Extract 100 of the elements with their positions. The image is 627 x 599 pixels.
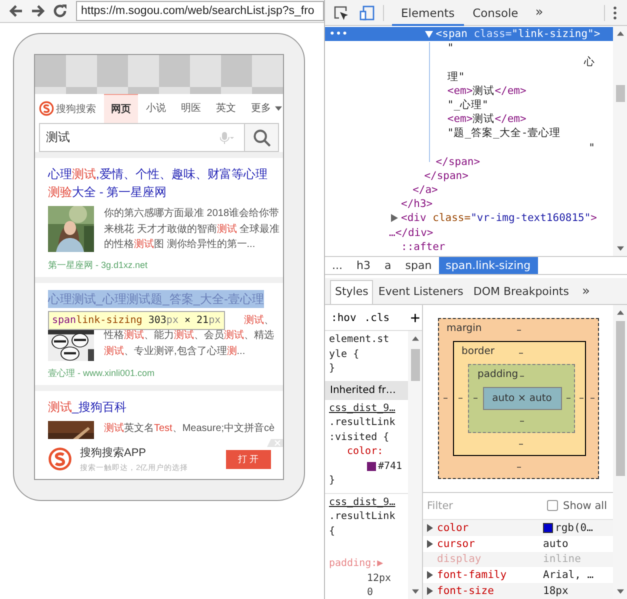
scroll-down-icon[interactable] (616, 589, 624, 594)
dom-line[interactable]: ::after (325, 240, 613, 254)
devtools-tab[interactable]: Console (464, 0, 528, 26)
scroll-up-icon[interactable] (616, 310, 624, 315)
forward-icon[interactable] (30, 3, 46, 19)
breadcrumb[interactable]: h3 (350, 257, 378, 274)
dom-line[interactable]: " (325, 140, 613, 155)
back-icon[interactable] (8, 3, 24, 19)
logo-icon (39, 101, 54, 116)
scrollbar[interactable] (613, 26, 627, 256)
box-label: border (462, 346, 495, 358)
dom-line[interactable]: </span> (325, 154, 613, 169)
property-name: font-size (437, 585, 494, 598)
hover-toggle[interactable]: :hov (331, 312, 356, 324)
nav-tab[interactable]: 网页 (104, 94, 138, 123)
css-source[interactable]: css_dist_9… (329, 402, 404, 416)
element-tooltip: spanlink-sizing 303px × 21px (48, 310, 225, 330)
css-source[interactable]: css_dist_9… (329, 496, 404, 510)
css-brace: } (329, 474, 336, 488)
kebab-menu-icon[interactable] (613, 6, 617, 20)
box-value: – (473, 393, 478, 404)
result-title[interactable]: 心理测试,爱情、个性、趣味、财富等心理 测验大全 - 第一星座网 (48, 165, 273, 201)
more-tabs[interactable]: » (574, 284, 598, 298)
open-button[interactable]: 打 开 (226, 450, 271, 468)
caret-icon[interactable] (275, 106, 282, 111)
dom-line[interactable]: 理" (325, 70, 613, 84)
dom-line[interactable]: </span> (325, 168, 613, 184)
dom-line[interactable]: <em>测试</em> (325, 84, 613, 98)
device-icon[interactable] (359, 4, 375, 20)
css-value: #741 (378, 460, 402, 474)
dom-line[interactable]: " (325, 41, 613, 56)
property-name: display (437, 553, 482, 566)
css-selector: .resultLink (329, 510, 396, 524)
scrollbar-thumb[interactable] (616, 321, 624, 476)
dom-line[interactable]: 心 (325, 55, 613, 70)
class-toggle[interactable]: .cls (364, 312, 390, 324)
snippet-line: 的性格测试图 测你给异性的第一... (104, 238, 256, 252)
box-value: – (520, 416, 524, 427)
checkbox[interactable] (547, 500, 558, 512)
breadcrumb[interactable]: ... (325, 257, 350, 274)
property-value: rgb(0… (555, 522, 593, 534)
box-value: – (566, 393, 571, 404)
snippet-line: 测试英文名Test、Measure;中文拼音cè (104, 422, 275, 436)
property-value: auto (543, 538, 568, 550)
dom-line[interactable]: …</div> (325, 226, 613, 240)
address-bar[interactable]: https://m.sogou.com/web/searchList.jsp?s_fro (76, 1, 324, 21)
add-rule-button[interactable]: + (410, 308, 420, 327)
property-value: 18px (543, 585, 568, 598)
more-tabs[interactable]: » (527, 5, 552, 20)
css-value: 12px (366, 572, 392, 586)
dom-line[interactable]: </a> (325, 183, 613, 198)
scroll-up-icon[interactable] (616, 31, 624, 36)
reload-icon[interactable] (52, 3, 68, 19)
color-swatch[interactable] (367, 462, 376, 472)
dom-line[interactable]: </h3> (325, 197, 613, 212)
color-swatch[interactable] (543, 522, 553, 533)
result-title[interactable]: 测试_搜狗百科 (48, 398, 273, 416)
box-label: margin (446, 323, 482, 334)
nav-tab[interactable]: 小说 (139, 94, 173, 123)
dom-line[interactable]: <div class="vr-img-text160815"> (325, 211, 613, 226)
scrollbar[interactable] (408, 331, 422, 599)
checkbox-label[interactable]: Show all (563, 500, 607, 512)
nav-tab[interactable]: 明医 (174, 94, 208, 123)
inspect-icon[interactable] (333, 4, 349, 20)
property-name: font-family (437, 569, 507, 582)
scroll-up-icon[interactable] (412, 336, 418, 341)
sidebar-tab[interactable]: Event Listeners (373, 280, 468, 304)
dom-line[interactable]: "题_答案_大全-壹心理 (325, 126, 613, 140)
dom-line[interactable]: <em>测试</em> (325, 112, 613, 126)
scrollbar-thumb[interactable] (410, 349, 420, 381)
breadcrumb[interactable]: span.link-sizing (438, 257, 538, 274)
scrollbar-thumb[interactable] (616, 85, 624, 102)
nav-tab[interactable]: 更多 (244, 94, 278, 123)
sidebar-tab[interactable]: Styles (330, 280, 374, 304)
box-value: – (590, 393, 595, 404)
result-source: 第一星座网 - 3g.d1xz.net (48, 258, 149, 272)
disclosure-triangle-icon[interactable] (390, 214, 398, 222)
css-brace: } (329, 362, 336, 376)
scroll-down-icon[interactable] (412, 589, 418, 594)
content-box: auto × auto (482, 387, 562, 410)
dom-line[interactable]: "_心理" (325, 98, 613, 112)
sidebar-tab[interactable]: DOM Breakpoints (468, 280, 574, 304)
breadcrumb[interactable]: span (398, 257, 439, 274)
snippet-line: 测试、 (244, 314, 274, 328)
box-value: – (443, 393, 448, 404)
box-value: – (458, 393, 463, 404)
css-value: 0 (366, 586, 374, 599)
css-selector: :visited { (329, 430, 390, 444)
section-header: Inherited fr… (325, 382, 408, 400)
box-value: – (516, 324, 522, 336)
css-selector: yle { (329, 348, 360, 362)
snippet-line: 性格测试、能力测试、会员测试、精选 (104, 328, 274, 343)
scroll-down-icon[interactable] (616, 246, 624, 251)
breadcrumb[interactable]: a (377, 257, 398, 274)
nav-tab[interactable]: 英文 (209, 94, 243, 123)
box-value: – (579, 393, 584, 404)
disclosure-triangle-icon[interactable] (424, 30, 433, 38)
box-value: – (516, 462, 522, 473)
css-disabled: padding:▶ (329, 557, 384, 571)
scrollbar[interactable] (613, 305, 627, 599)
